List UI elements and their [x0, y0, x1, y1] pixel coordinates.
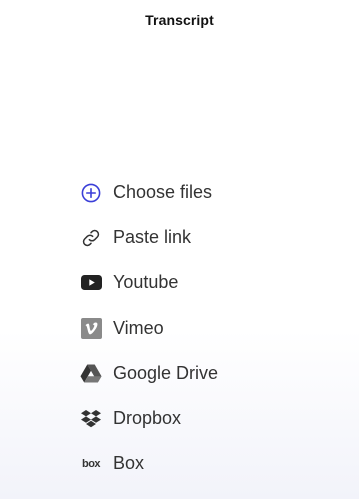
google-drive-icon: [80, 362, 102, 384]
vimeo-button[interactable]: Vimeo: [80, 306, 218, 351]
paste-link-button[interactable]: Paste link: [80, 215, 218, 260]
transcript-page: Transcript Choose files Paste link Youtu…: [0, 0, 359, 499]
source-list: Choose files Paste link Youtube Vimeo Go…: [80, 170, 218, 486]
box-label: Box: [113, 453, 145, 474]
paste-link-label: Paste link: [113, 227, 192, 248]
box-icon-text: box: [81, 457, 101, 470]
dropbox-label: Dropbox: [113, 408, 182, 429]
choose-files-label: Choose files: [113, 182, 213, 203]
youtube-label: Youtube: [113, 272, 179, 293]
dropbox-button[interactable]: Dropbox: [80, 396, 218, 441]
page-title: Transcript: [145, 12, 214, 28]
box-button[interactable]: box Box: [80, 441, 218, 486]
youtube-button[interactable]: Youtube: [80, 260, 218, 305]
vimeo-icon: [80, 317, 102, 339]
vimeo-label: Vimeo: [113, 317, 164, 338]
link-icon: [80, 227, 102, 249]
google-drive-button[interactable]: Google Drive: [80, 351, 218, 396]
dropbox-icon: [80, 408, 102, 430]
choose-files-button[interactable]: Choose files: [80, 170, 218, 215]
plus-circle-icon: [80, 182, 102, 204]
youtube-icon: [80, 272, 102, 294]
google-drive-label: Google Drive: [113, 362, 219, 383]
box-icon: box: [80, 453, 102, 475]
